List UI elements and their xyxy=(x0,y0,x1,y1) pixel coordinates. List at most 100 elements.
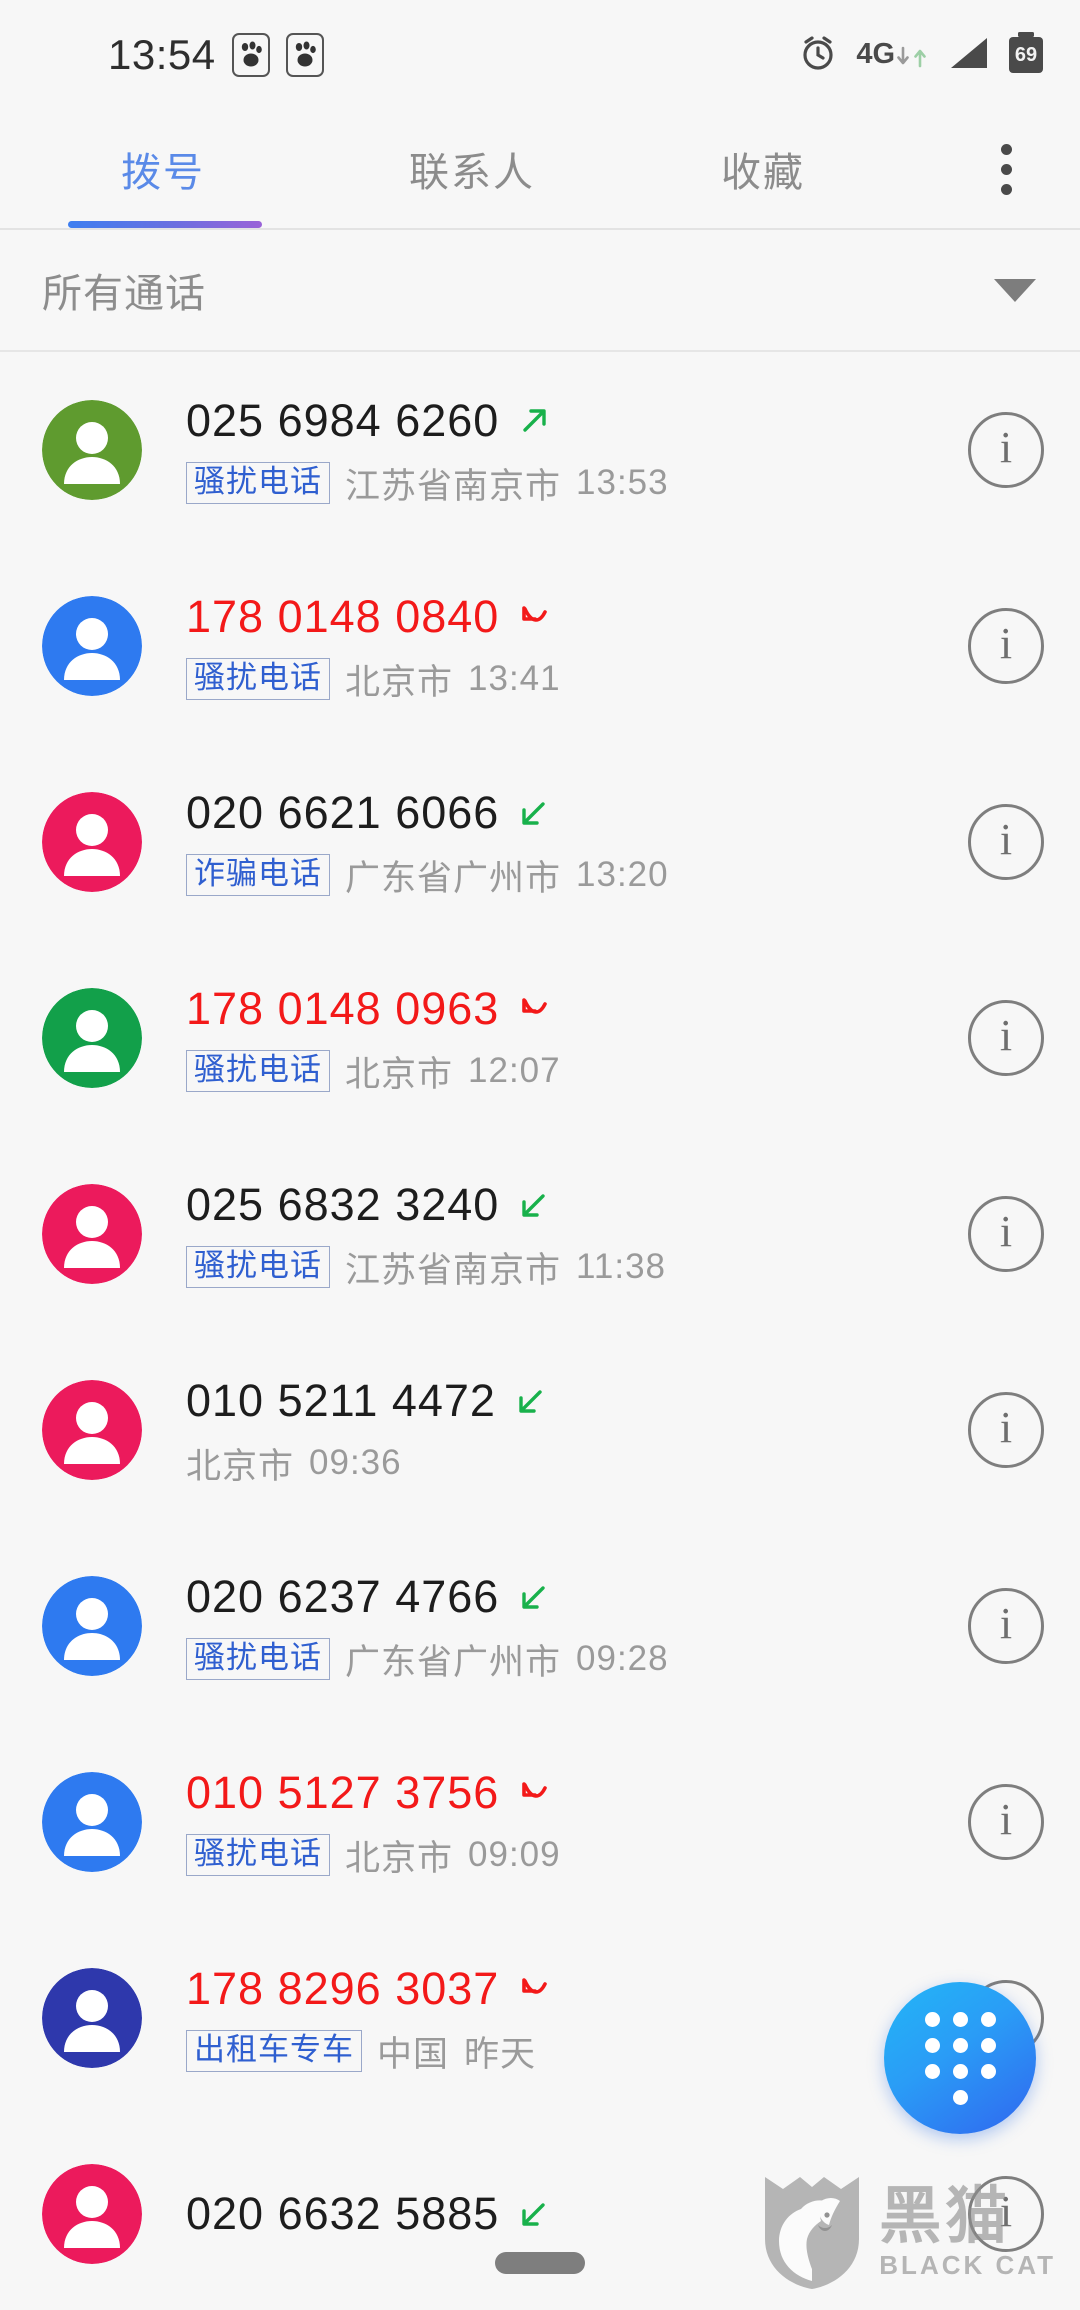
call-filter-dropdown[interactable]: 所有通话 xyxy=(0,230,1080,350)
call-row-primary-line: 010 5127 3756 xyxy=(186,1764,968,1822)
home-indicator-pill[interactable] xyxy=(495,2252,585,2274)
call-time: 昨天 xyxy=(464,2034,537,2074)
avatar[interactable] xyxy=(42,1184,142,1284)
call-row-secondary-line: 骚扰电话 北京市 12:07 xyxy=(186,1046,968,1096)
info-circle-icon[interactable]: i xyxy=(968,412,1044,488)
call-location: 北京市 xyxy=(186,1446,295,1486)
phone-number: 178 0148 0840 xyxy=(186,591,500,642)
call-time: 13:20 xyxy=(576,855,669,894)
avatar[interactable] xyxy=(42,792,142,892)
call-row-secondary-line: 骚扰电话 北京市 13:41 xyxy=(186,654,968,704)
info-circle-icon[interactable]: i xyxy=(968,1196,1044,1272)
incoming-call-arrow-icon xyxy=(522,1586,546,1609)
call-row-body: 010 5127 3756 骚扰电话 北京市 09:09 xyxy=(186,1764,968,1880)
call-tag-badge: 骚扰电话 xyxy=(186,1637,330,1681)
avatar[interactable] xyxy=(42,1576,142,1676)
call-row-body: 025 6984 6260 骚扰电话 江苏省南京市 13:53 xyxy=(186,392,968,508)
call-direction-icon xyxy=(517,600,551,634)
avatar[interactable] xyxy=(42,1772,142,1872)
dialpad-fab-button[interactable] xyxy=(884,1982,1036,2134)
call-location: 江苏省南京市 xyxy=(345,466,562,506)
missed-call-arrow-icon xyxy=(522,606,548,622)
call-log-row[interactable]: 020 6237 4766 骚扰电话 广东省广州市 09:28 i xyxy=(0,1528,1080,1724)
call-direction-icon xyxy=(517,2197,551,2231)
battery-percentage-label: 69 xyxy=(1014,43,1038,66)
call-tag-badge: 骚扰电话 xyxy=(186,1833,330,1877)
call-row-body: 178 0148 0963 骚扰电话 北京市 12:07 xyxy=(186,980,968,1096)
call-row-body: 010 5211 4472 北京市 09:36 xyxy=(186,1372,968,1488)
missed-call-arrow-icon xyxy=(522,1978,548,1994)
info-circle-icon[interactable]: i xyxy=(968,1392,1044,1468)
tab-bar: 拨号 联系人 收藏 xyxy=(0,110,1080,228)
call-log-row[interactable]: 025 6984 6260 骚扰电话 江苏省南京市 13:53 i xyxy=(0,352,1080,548)
tab-dialer[interactable]: 拨号 xyxy=(0,140,326,198)
call-direction-icon xyxy=(517,992,551,1026)
call-log-row[interactable]: 020 6621 6066 诈骗电话 广东省广州市 13:20 i xyxy=(0,744,1080,940)
avatar[interactable] xyxy=(42,2164,142,2264)
call-tag-badge: 骚扰电话 xyxy=(186,1245,330,1289)
avatar[interactable] xyxy=(42,1968,142,2068)
call-location: 广东省广州市 xyxy=(345,858,562,898)
more-vertical-icon[interactable] xyxy=(976,127,1036,211)
call-row-primary-line: 178 8296 3037 xyxy=(186,1960,968,2018)
call-row-body: 178 8296 3037 出租车专车 中国 昨天 xyxy=(186,1960,968,2076)
call-time: 13:41 xyxy=(468,659,561,698)
call-log-row[interactable]: 178 0148 0840 骚扰电话 北京市 13:41 i xyxy=(0,548,1080,744)
call-row-secondary-line: 骚扰电话 江苏省南京市 13:53 xyxy=(186,458,968,508)
call-filter-label: 所有通话 xyxy=(42,272,206,316)
call-location: 北京市 xyxy=(345,1838,454,1878)
call-time: 09:36 xyxy=(309,1443,402,1482)
call-row-body: 020 6237 4766 骚扰电话 广东省广州市 09:28 xyxy=(186,1568,968,1684)
avatar[interactable] xyxy=(42,596,142,696)
call-log-row[interactable]: 010 5127 3756 骚扰电话 北京市 09:09 i xyxy=(0,1724,1080,1920)
call-row-secondary-line: 骚扰电话 北京市 09:09 xyxy=(186,1830,968,1880)
black-cat-watermark: 黑猫 BLACK CAT xyxy=(761,2173,1056,2296)
call-row-primary-line: 020 6621 6066 xyxy=(186,784,968,842)
phone-number: 010 5211 4472 xyxy=(186,1375,496,1426)
tab-contacts[interactable]: 联系人 xyxy=(326,140,618,198)
alarm-clock-icon xyxy=(797,32,839,79)
watermark-text: 黑猫 BLACK CAT xyxy=(879,2181,1056,2282)
info-circle-icon[interactable]: i xyxy=(968,1588,1044,1664)
call-row-primary-line: 020 6237 4766 xyxy=(186,1568,968,1626)
outgoing-call-arrow-icon xyxy=(523,409,547,432)
call-location: 中国 xyxy=(377,2034,450,2074)
call-location: 江苏省南京市 xyxy=(345,1250,562,1290)
avatar[interactable] xyxy=(42,400,142,500)
call-row-secondary-line: 骚扰电话 江苏省南京市 11:38 xyxy=(186,1242,968,1292)
avatar[interactable] xyxy=(42,988,142,1088)
call-direction-icon xyxy=(517,1580,551,1614)
info-circle-icon[interactable]: i xyxy=(968,608,1044,684)
phone-number: 020 6632 5885 xyxy=(186,2188,500,2239)
info-circle-icon[interactable]: i xyxy=(968,1000,1044,1076)
avatar[interactable] xyxy=(42,1380,142,1480)
call-log-row[interactable]: 010 5211 4472 北京市 09:36 i xyxy=(0,1332,1080,1528)
status-clock: 13:54 xyxy=(108,31,216,78)
phone-number: 020 6621 6066 xyxy=(186,787,500,838)
call-location: 广东省广州市 xyxy=(345,1642,562,1682)
call-row-secondary-line: 骚扰电话 广东省广州市 09:28 xyxy=(186,1634,968,1684)
phone-number: 178 8296 3037 xyxy=(186,1963,500,2014)
call-row-body: 178 0148 0840 骚扰电话 北京市 13:41 xyxy=(186,588,968,704)
phone-number: 020 6237 4766 xyxy=(186,1571,500,1622)
call-tag-badge: 骚扰电话 xyxy=(186,657,330,701)
call-time: 12:07 xyxy=(468,1051,561,1090)
info-circle-icon[interactable]: i xyxy=(968,804,1044,880)
call-row-primary-line: 025 6832 3240 xyxy=(186,1176,968,1234)
info-circle-icon[interactable]: i xyxy=(968,1784,1044,1860)
chevron-down-icon[interactable] xyxy=(994,278,1036,302)
call-direction-icon xyxy=(514,1384,548,1418)
call-row-secondary-line: 北京市 09:36 xyxy=(186,1438,968,1488)
status-bar: 13:54 4G 69 xyxy=(0,0,1080,110)
tab-favorites[interactable]: 收藏 xyxy=(618,140,908,198)
call-log-row[interactable]: 025 6832 3240 骚扰电话 江苏省南京市 11:38 i xyxy=(0,1136,1080,1332)
watermark-cn-label: 黑猫 xyxy=(879,2181,1012,2251)
call-log-row[interactable]: 178 0148 0963 骚扰电话 北京市 12:07 i xyxy=(0,940,1080,1136)
call-tag-badge: 骚扰电话 xyxy=(186,461,330,505)
call-row-primary-line: 025 6984 6260 xyxy=(186,392,968,450)
call-location: 北京市 xyxy=(345,662,454,702)
phone-number: 178 0148 0963 xyxy=(186,983,500,1034)
data-transfer-arrows-icon xyxy=(896,46,928,68)
network-type-label: 4G xyxy=(856,38,895,71)
phone-number: 025 6984 6260 xyxy=(186,395,500,446)
